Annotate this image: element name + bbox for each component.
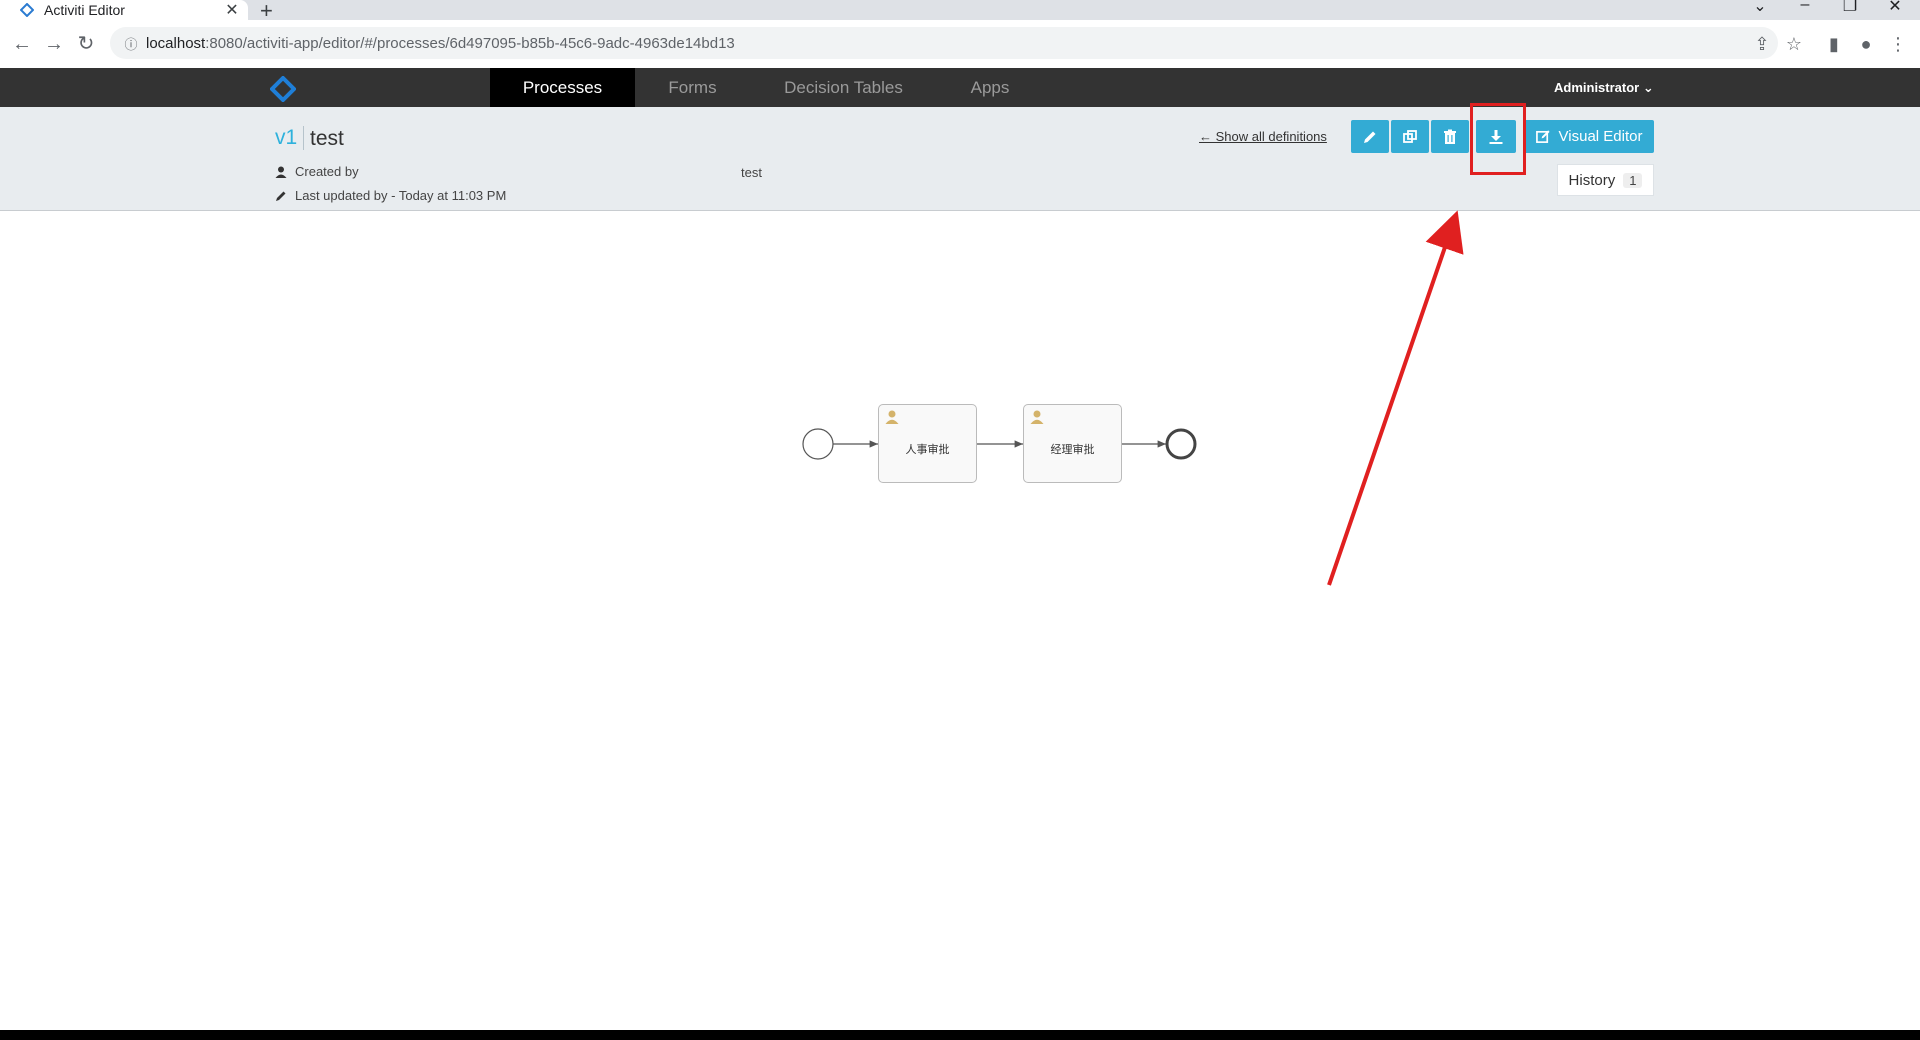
start-event[interactable]	[802, 428, 834, 460]
browser-toolbar: ← → ↻ ⓘ localhost:8080/activiti-app/edit…	[0, 20, 1920, 69]
browser-tab-title: Activiti Editor	[44, 2, 125, 18]
forward-icon[interactable]: →	[40, 30, 68, 58]
user-menu-label: Administrator	[1554, 80, 1640, 95]
browser-menu-icon[interactable]: ⋮	[1884, 30, 1912, 58]
restore-icon[interactable]: ❐	[1830, 0, 1870, 16]
page-title: test	[310, 127, 344, 150]
profile-avatar-icon[interactable]: ●	[1852, 30, 1880, 58]
back-icon[interactable]: ←	[8, 30, 36, 58]
visual-editor-button[interactable]: Visual Editor	[1524, 120, 1654, 153]
user-task-icon	[885, 410, 899, 424]
site-info-icon[interactable]: ⓘ	[116, 34, 146, 53]
tab-search-icon[interactable]: ⌄	[1740, 0, 1780, 16]
copy-icon	[1403, 129, 1417, 143]
history-button[interactable]: History 1	[1557, 164, 1654, 196]
delete-button[interactable]	[1431, 120, 1469, 153]
user-task-hr-approval[interactable]: 人事审批	[878, 404, 977, 483]
show-all-definitions-link[interactable]: ← Show all definitions	[1199, 129, 1327, 144]
user-task-manager-approval[interactable]: 经理审批	[1023, 404, 1122, 483]
user-menu-button[interactable]: Administrator ⌄	[1554, 68, 1654, 107]
visual-editor-label: Visual Editor	[1558, 128, 1643, 145]
edit-square-icon	[1535, 130, 1550, 143]
address-bar[interactable]: ⓘ localhost:8080/activiti-app/editor/#/p…	[110, 27, 1778, 59]
tab-apps[interactable]: Apps	[950, 68, 1030, 107]
task-label: 经理审批	[1050, 444, 1095, 456]
activiti-logo-icon[interactable]	[270, 76, 296, 102]
window-close-icon[interactable]: ✕	[1875, 0, 1915, 16]
version-divider	[303, 126, 304, 150]
annotation-highlight-box	[1470, 103, 1526, 175]
history-count-badge: 1	[1623, 172, 1643, 188]
created-by-label: Created by	[295, 164, 359, 179]
duplicate-button[interactable]	[1391, 120, 1429, 153]
close-tab-icon[interactable]: ✕	[222, 0, 242, 20]
chevron-down-icon: ⌄	[1642, 80, 1654, 95]
tab-processes[interactable]: Processes	[490, 68, 635, 113]
task-label: 人事审批	[905, 444, 950, 456]
created-by-row: Created by	[275, 164, 359, 179]
user-task-icon	[1030, 410, 1044, 424]
browser-tab-strip: Activiti Editor ✕ + ⌄ – ❐ ✕	[0, 0, 1920, 23]
annotation-arrow	[1327, 210, 1464, 586]
last-updated-row: Last updated by - Today at 11:03 PM	[275, 188, 506, 203]
last-updated-text: Last updated by - Today at 11:03 PM	[295, 188, 507, 203]
trash-icon	[1444, 129, 1456, 144]
version-label: v1	[275, 126, 298, 149]
os-taskbar	[0, 1030, 1920, 1040]
tab-decision-tables[interactable]: Decision Tables	[770, 68, 917, 107]
pencil-icon	[1364, 131, 1376, 143]
tab-forms[interactable]: Forms	[645, 68, 740, 107]
pencil-icon	[276, 191, 286, 201]
history-label: History	[1568, 171, 1616, 189]
browser-tab[interactable]: Activiti Editor ✕	[0, 0, 248, 20]
minimize-icon[interactable]: –	[1785, 0, 1825, 14]
bookmark-star-icon[interactable]: ☆	[1780, 30, 1808, 58]
address-url: localhost:8080/activiti-app/editor/#/pro…	[146, 34, 735, 52]
side-panel-icon[interactable]: ▮	[1820, 30, 1848, 58]
edit-details-button[interactable]	[1351, 120, 1389, 153]
activiti-favicon-icon	[20, 3, 34, 17]
end-event[interactable]	[1165, 428, 1197, 460]
reload-icon[interactable]: ↻	[72, 30, 100, 58]
created-by-value: test	[741, 165, 762, 180]
share-icon[interactable]: ⇪	[1748, 30, 1776, 58]
user-icon	[275, 166, 287, 178]
